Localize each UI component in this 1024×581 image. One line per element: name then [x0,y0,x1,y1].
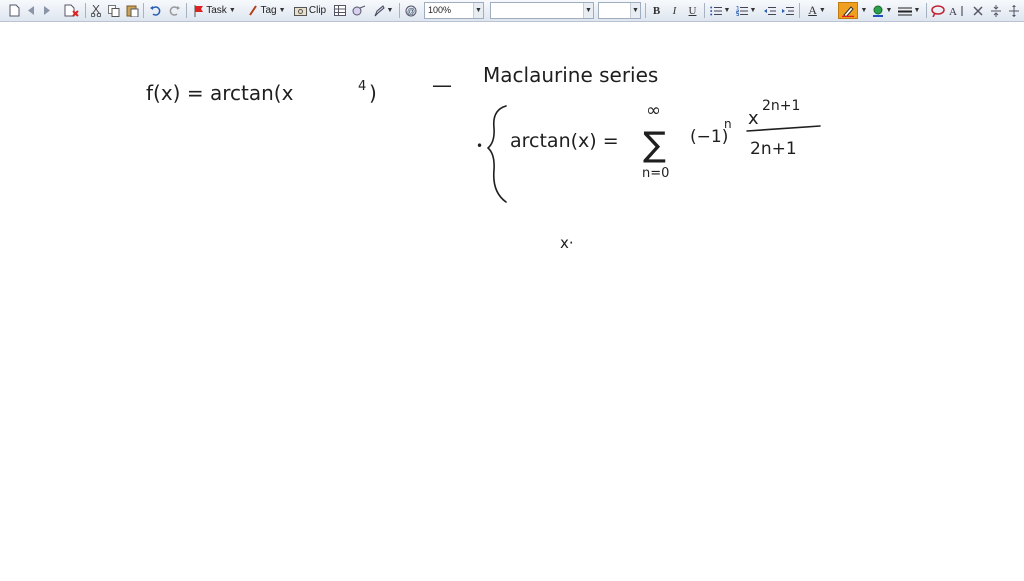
paste-icon[interactable] [124,2,140,19]
bullet-mark: • [476,139,483,153]
text-mode-icon[interactable]: A [948,2,966,19]
sum-lower-limit: n=0 [642,166,669,181]
numbered-list-button[interactable]: ▼ [734,2,758,19]
function-exponent: 4 [358,79,366,94]
bullet-list-icon [709,6,722,15]
font-size-select[interactable]: ▼ [598,2,641,19]
fraction-numerator-base: x [748,108,759,129]
pen-icon [374,4,385,16]
text-size-label: A [808,3,817,17]
note-canvas[interactable]: f(x) = arctan(x 4 ) — Maclaurine series … [0,22,1024,576]
sum-upper-limit: ∞ [646,100,661,121]
zoom-dropdown-icon[interactable]: ▼ [473,3,483,18]
highlighter-dropdown-icon[interactable]: ▼ [858,2,868,19]
fraction-denominator: 2n+1 [750,139,797,159]
delete-page-icon[interactable] [62,2,82,19]
tag-pencil-icon [249,4,258,16]
function-close-paren: ) [369,81,377,105]
color-fill-icon [872,5,883,17]
fraction-numerator-exponent: 2n+1 [762,98,800,114]
sign-exponent: n [724,117,732,131]
indent-icon[interactable] [780,2,796,19]
outdent-icon[interactable] [762,2,778,19]
toolbar: Task ▼ Tag ▼ Clip ▼ @ 100% ▼ ▼ ▼ B I U ▼… [0,0,1024,22]
series-title: Maclaurine series [483,63,658,87]
copy-icon[interactable] [106,2,122,19]
underline-button[interactable]: U [685,2,700,19]
svg-text:A: A [949,6,957,17]
new-page-icon[interactable] [6,2,22,19]
clip-camera-icon [293,7,307,16]
numbered-list-dropdown-icon[interactable]: ▼ [750,7,757,14]
flag-icon [194,4,204,17]
clip-label: Clip [308,5,327,16]
italic-button[interactable]: I [667,2,682,19]
task-label: Task [206,5,227,16]
handwriting-layer: f(x) = arctan(x 4 ) — Maclaurine series … [146,63,821,252]
pan-icon[interactable] [1006,2,1022,19]
dash-mark: — [432,73,452,97]
task-dropdown-icon[interactable]: ▼ [229,7,236,14]
font-name-select[interactable]: ▼ [490,2,594,19]
attach-icon[interactable] [350,2,368,19]
tag-dropdown-icon[interactable]: ▼ [279,7,286,14]
insert-space-icon[interactable] [988,2,1004,19]
function-definition: f(x) = arctan(x [146,81,294,105]
line-style-icon [897,7,912,15]
line-style-dropdown-icon[interactable]: ▼ [914,7,921,14]
pen-dropdown-icon[interactable]: ▼ [387,7,394,14]
zoom-value: 100% [428,5,452,15]
undo-icon[interactable] [148,2,164,19]
bold-button[interactable]: B [649,2,664,19]
clip-button[interactable]: Clip [292,2,328,19]
help-icon[interactable]: @ [403,2,419,19]
back-icon[interactable] [24,2,38,19]
pen-tool-button[interactable]: ▼ [370,2,396,19]
sum-symbol: ∑ [643,125,666,165]
font-name-dropdown-icon[interactable]: ▼ [583,3,593,18]
highlighter-icon [842,5,854,17]
font-size-dropdown-icon[interactable]: ▼ [630,3,640,18]
zoom-select[interactable]: 100% ▼ [424,2,484,19]
tag-label: Tag [260,5,277,16]
eraser-x-icon[interactable] [970,2,986,19]
stray-x-mark: x· [560,234,574,252]
lasso-icon[interactable] [930,2,946,19]
curly-brace [487,105,507,203]
sign-term: (−1) [690,127,728,147]
tag-button[interactable]: Tag ▼ [246,2,288,19]
formula-lhs: arctan(x) = [510,130,619,152]
highlighter-button[interactable] [838,2,858,19]
numbered-list-icon [735,5,748,16]
bullet-list-button[interactable]: ▼ [708,2,732,19]
forward-icon[interactable] [40,2,54,19]
text-size-button[interactable]: A ▼ [804,2,830,19]
text-size-dropdown-icon[interactable]: ▼ [819,7,826,14]
font-color-button[interactable]: ▼ [870,2,894,19]
cut-icon[interactable] [89,2,103,19]
line-style-button[interactable]: ▼ [896,2,922,19]
task-button[interactable]: Task ▼ [192,2,238,19]
font-color-dropdown-icon[interactable]: ▼ [886,7,893,14]
svg-text:@: @ [407,7,415,16]
redo-icon[interactable] [166,2,182,19]
bullet-list-dropdown-icon[interactable]: ▼ [724,7,731,14]
table-icon[interactable] [332,2,348,19]
